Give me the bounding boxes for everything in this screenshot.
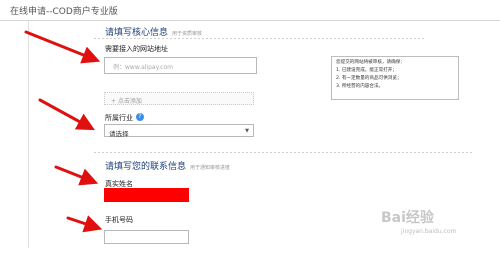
arrow-to-industry-select (38, 98, 95, 131)
watermark-url: jingyan.baidu.com (401, 228, 457, 235)
arrow-to-website-input (24, 30, 101, 64)
arrow-to-phone-input (66, 215, 103, 233)
page: { "page": { "title": "在线申请--COD商户专业版" },… (0, 0, 500, 253)
arrow-to-name-input (54, 165, 99, 186)
baidu-watermark: Bai经验 (381, 210, 434, 226)
